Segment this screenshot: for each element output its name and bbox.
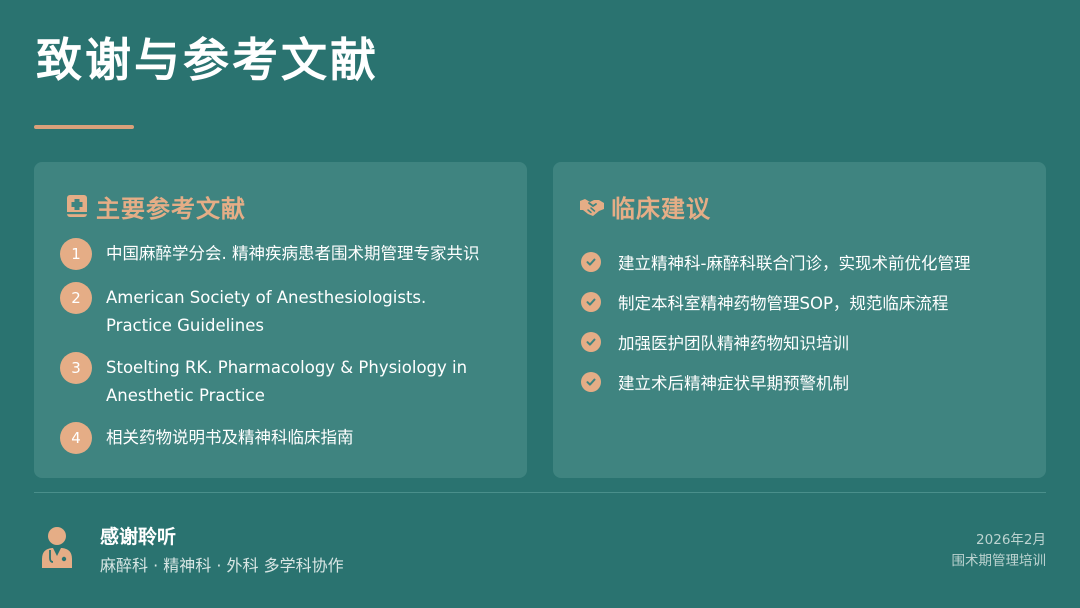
references-list: 1 中国麻醉学分会. 精神疾病患者围术期管理专家共识 2 American So… [60,238,500,466]
date-text: 2026年2月 [976,532,1046,548]
references-header: 主要参考文献 [64,190,246,223]
suggestions-heading: 临床建议 [611,194,711,223]
page-title: 致谢与参考文献 [36,33,379,87]
suggestion-text: 制定本科室精神药物管理SOP，规范临床流程 [618,294,949,313]
list-item: 2 American Society of Anesthesiologists.… [60,282,500,340]
reference-number-badge: 1 [60,238,92,270]
list-item: 1 中国麻醉学分会. 精神疾病患者围术期管理专家共识 [60,238,500,270]
reference-number-badge: 2 [60,282,92,314]
suggestion-text: 建立术后精神症状早期预警机制 [618,374,849,393]
references-heading: 主要参考文献 [96,194,246,223]
list-item: 制定本科室精神药物管理SOP，规范临床流程 [581,282,1021,322]
departments-text: 麻醉科 · 精神科 · 外科 多学科协作 [100,556,344,575]
suggestions-list: 建立精神科-麻醉科联合门诊，实现术前优化管理 制定本科室精神药物管理SOP，规范… [581,242,1021,402]
list-item: 4 相关药物说明书及精神科临床指南 [60,422,500,454]
reference-number-badge: 3 [60,352,92,384]
suggestion-text: 加强医护团队精神药物知识培训 [618,334,849,353]
list-item: 建立精神科-麻醉科联合门诊，实现术前优化管理 [581,242,1021,282]
references-card: 主要参考文献 1 中国麻醉学分会. 精神疾病患者围术期管理专家共识 2 Amer… [34,162,527,478]
reference-number-badge: 4 [60,422,92,454]
check-circle-icon [581,292,601,312]
suggestions-card: 临床建议 建立精神科-麻醉科联合门诊，实现术前优化管理 制定本科室精神药物管理S… [553,162,1046,478]
list-item: 3 Stoelting RK. Pharmacology & Physiolog… [60,352,500,410]
list-item: 建立术后精神症状早期预警机制 [581,362,1021,402]
reference-text: 相关药物说明书及精神科临床指南 [106,428,354,447]
list-item: 加强医护团队精神药物知识培训 [581,322,1021,362]
reference-text: American Society of Anesthesiologists. P… [106,288,427,335]
suggestion-text: 建立精神科-麻醉科联合门诊，实现术前优化管理 [618,254,971,273]
handshake-icon [580,199,604,216]
title-underline [34,125,134,129]
check-circle-icon [581,332,601,352]
reference-text: 中国麻醉学分会. 精神疾病患者围术期管理专家共识 [106,244,480,263]
training-label: 围术期管理培训 [951,553,1047,569]
suggestions-header: 临床建议 [579,190,711,223]
book-medical-icon [67,195,87,217]
check-circle-icon [581,252,601,272]
footer-divider [34,492,1046,493]
doctor-avatar-icon [42,527,72,568]
check-circle-icon [581,372,601,392]
thanks-text: 感谢聆听 [100,526,177,548]
reference-text: Stoelting RK. Pharmacology & Physiology … [106,358,468,405]
